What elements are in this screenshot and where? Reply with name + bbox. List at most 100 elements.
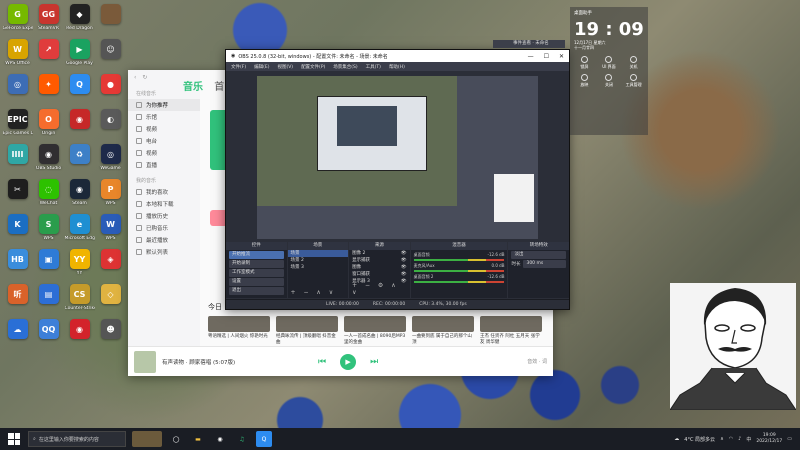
sidebar-item[interactable]: 乐馆 xyxy=(128,111,200,123)
widget-button[interactable]: 锁屏 xyxy=(574,56,595,70)
player-extra[interactable]: 音效 · 词 xyxy=(527,358,547,365)
sidebar-item[interactable]: 已购音乐 xyxy=(128,222,200,234)
playlist-card[interactable]: 一人一首成名曲 | 8090后MP3里的金曲 xyxy=(344,316,406,345)
notification-icon[interactable]: ▭ xyxy=(787,436,792,442)
desktop-icon[interactable]: ▤ xyxy=(33,282,64,317)
music-tab-home[interactable]: 首 xyxy=(214,82,224,93)
sidebar-item[interactable]: 本地和下载 xyxy=(128,198,200,210)
desktop-icon[interactable]: ▶ Google Play xyxy=(64,37,95,72)
sidebar-item[interactable]: 视频 xyxy=(128,147,200,159)
back-icon[interactable]: ‹ xyxy=(134,74,136,81)
sidebar-item[interactable]: 电台 xyxy=(128,135,200,147)
sidebar-item[interactable]: 为你推荐 xyxy=(128,99,200,111)
desktop-icon[interactable]: ◉ OBS Studio xyxy=(33,142,64,177)
maximize-icon[interactable]: ☐ xyxy=(544,53,549,60)
source-item[interactable]: 窗口捕获 👁 xyxy=(349,271,410,278)
desktop-icon[interactable]: GG SteamVR xyxy=(33,2,64,37)
desktop-icon[interactable]: O Origin xyxy=(33,107,64,142)
playlist-card[interactable]: 王杰 任贤齐 阿杜 五月天 张学友 周华健 xyxy=(480,316,542,345)
desktop-icon[interactable]: ◇ xyxy=(95,282,126,317)
event-popup[interactable]: 事件查看 · 未命名 xyxy=(493,40,565,48)
desktop-icon[interactable] xyxy=(95,2,126,37)
desktop-icon[interactable]: ◉ Steam xyxy=(64,177,95,212)
desktop-icon[interactable]: K xyxy=(2,212,33,247)
menu-item[interactable]: 编辑(E) xyxy=(254,64,269,70)
desktop-icon[interactable]: 听 xyxy=(2,282,33,317)
desktop-icon[interactable]: ◉ xyxy=(64,317,95,352)
desktop-icon[interactable]: W WPS xyxy=(95,212,126,247)
desktop-icon[interactable]: EPIC Epic Games Launcher xyxy=(2,107,33,142)
music-brand[interactable]: 音乐 xyxy=(183,82,203,93)
menu-item[interactable]: 配置文件(P) xyxy=(301,64,325,70)
refresh-icon[interactable]: ↻ xyxy=(142,74,147,81)
widget-button[interactable]: 关闭 xyxy=(599,74,620,88)
desktop-icon[interactable]: ● xyxy=(95,72,126,107)
minimize-icon[interactable]: — xyxy=(528,53,534,60)
widget-button[interactable]: 放映 xyxy=(574,74,595,88)
eye-icon[interactable]: 👁 xyxy=(401,250,407,257)
task-view-icon[interactable]: ◯ xyxy=(168,431,184,447)
scene-buttons[interactable]: + − ∧ ∨ xyxy=(291,289,337,296)
source-item[interactable]: 显示捕获 👁 xyxy=(349,257,410,264)
eye-icon[interactable]: 👁 xyxy=(401,264,407,271)
weather-text[interactable]: 4°C 局部多云 xyxy=(684,436,715,443)
transition-select[interactable]: 淡出 xyxy=(511,251,566,259)
desktop-icon[interactable]: YY YY xyxy=(64,247,95,282)
close-icon[interactable]: ✕ xyxy=(559,53,564,60)
mixer-channel[interactable]: 桌面音频 -12.6 dB xyxy=(413,252,505,261)
album-cover[interactable] xyxy=(134,350,156,373)
play-button[interactable]: ▶ xyxy=(340,353,357,370)
desktop-icon[interactable]: QQ xyxy=(33,317,64,352)
ime-indicator[interactable]: 中 xyxy=(746,436,751,443)
windows-start-icon[interactable] xyxy=(8,433,20,445)
desktop-icon[interactable]: ◐ xyxy=(95,107,126,142)
next-icon[interactable]: ⏭ xyxy=(370,357,378,367)
desktop-icon[interactable]: ◌ WeChat xyxy=(33,177,64,212)
desktop-icon[interactable]: IIII xyxy=(2,142,33,177)
control-button[interactable]: 开始录制 xyxy=(229,260,284,268)
desktop-icon[interactable]: HB xyxy=(2,247,33,282)
desktop-icon[interactable]: CS Counter-Strike xyxy=(64,282,95,317)
playlist-card[interactable]: 经典咏流传 | 顶级翻唱 抖音金曲 xyxy=(276,316,338,345)
tray-up-icon[interactable]: ∧ xyxy=(720,436,724,442)
taskbar-file-explorer-icon[interactable]: ▬ xyxy=(190,431,206,447)
mixer-channel[interactable]: 桌面音频 2 -12.6 dB xyxy=(413,274,505,283)
taskbar-obs-icon[interactable]: ◉ xyxy=(212,431,228,447)
menu-item[interactable]: 场景集合(S) xyxy=(333,64,357,70)
widget-button[interactable]: 关机 xyxy=(623,56,644,70)
source-item[interactable]: 图像 2 👁 xyxy=(349,250,410,257)
mixer-channel[interactable]: 麦克风/Aux 0.0 dB xyxy=(413,263,505,272)
eye-icon[interactable]: 👁 xyxy=(401,271,407,278)
wifi-icon[interactable]: ◠ xyxy=(729,436,733,442)
playlist-card[interactable]: 一曲要到底 属于自己的那个山顶 xyxy=(412,316,474,345)
desktop-icon[interactable]: ▣ xyxy=(33,247,64,282)
taskbar-search[interactable]: ⌕ 在这里输入你要搜索的内容 xyxy=(28,431,126,447)
desktop-icon[interactable]: ✦ xyxy=(33,72,64,107)
control-button[interactable]: 开始推流 xyxy=(229,251,284,259)
menu-item[interactable]: 帮助(H) xyxy=(389,64,405,70)
desktop-icon[interactable]: ◎ xyxy=(2,72,33,107)
eye-icon[interactable]: 👁 xyxy=(401,257,407,264)
playlist-card[interactable]: 粤语精选 | 人间烟火 惊艳时光 xyxy=(208,316,270,345)
scene-item[interactable]: 场景 3 xyxy=(288,264,349,271)
sidebar-item[interactable]: 直播 xyxy=(128,159,200,171)
scene-item[interactable]: 场景 2 xyxy=(288,257,349,264)
taskbar-qq-icon[interactable]: Q xyxy=(256,431,272,447)
menu-item[interactable]: 视图(V) xyxy=(277,64,293,70)
volume-icon[interactable]: ♪ xyxy=(738,436,741,442)
desktop-icon[interactable]: ◈ xyxy=(95,247,126,282)
previous-icon[interactable]: ⏮ xyxy=(318,357,326,367)
desktop-icon[interactable]: ☁ xyxy=(2,317,33,352)
desktop-icon[interactable]: ☺ xyxy=(95,37,126,72)
control-button[interactable]: 工作室模式 xyxy=(229,269,284,277)
taskbar-news-thumb[interactable] xyxy=(132,431,162,447)
desktop-icon[interactable]: ↗ xyxy=(33,37,64,72)
menu-item[interactable]: 文件(F) xyxy=(231,64,246,70)
desktop-icon[interactable]: ◉ xyxy=(64,107,95,142)
desktop-icon[interactable]: P WPS xyxy=(95,177,126,212)
desktop-icon[interactable]: S WPS xyxy=(33,212,64,247)
widget-button[interactable]: UI 界面 xyxy=(599,56,620,70)
source-buttons[interactable]: + − ⚙ ∧ ∨ xyxy=(352,282,410,296)
sidebar-item[interactable]: 最近播放 xyxy=(128,234,200,246)
duration-input[interactable]: 300 ms xyxy=(523,260,566,268)
